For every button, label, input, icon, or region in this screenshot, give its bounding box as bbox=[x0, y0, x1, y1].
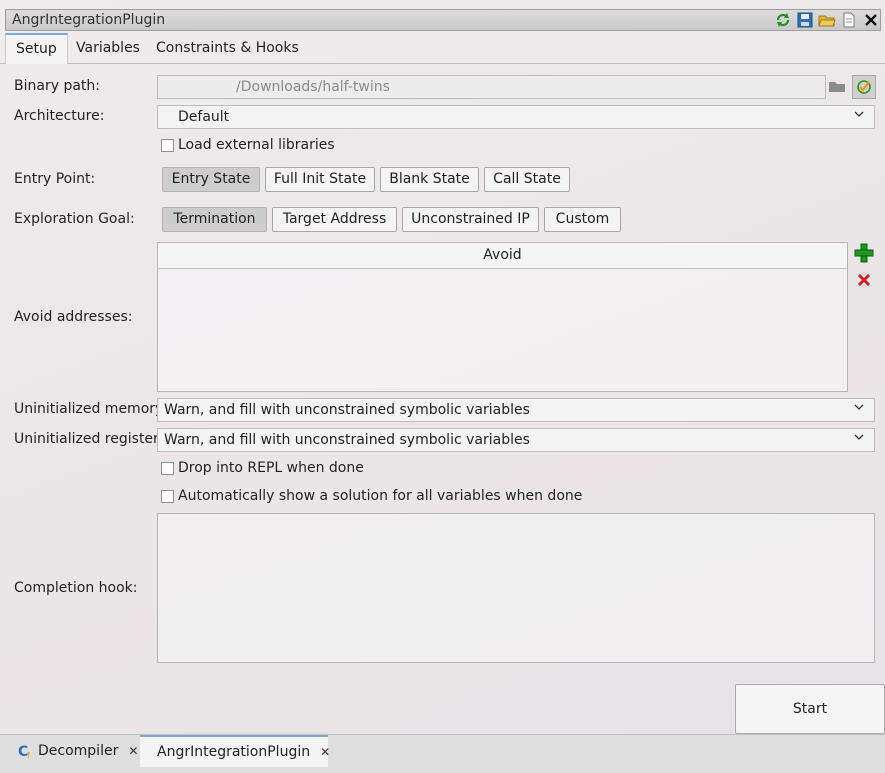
avoid-addresses-table[interactable]: Avoid bbox=[157, 242, 848, 392]
bottom-tab-angr[interactable]: AngrIntegrationPlugin ✕ bbox=[140, 735, 330, 767]
exploration-goal-label: Exploration Goal: bbox=[14, 211, 135, 227]
uninitialized-memory-label: Uninitialized memory: bbox=[14, 401, 168, 417]
binary-path-label: Binary path: bbox=[14, 78, 100, 94]
chevron-down-icon bbox=[854, 111, 864, 117]
window-title: AngrIntegrationPlugin bbox=[12, 12, 166, 28]
drop-into-repl-label: Drop into REPL when done bbox=[178, 460, 364, 476]
refresh-icon[interactable] bbox=[774, 11, 792, 29]
close-tab-icon[interactable]: ✕ bbox=[128, 744, 138, 758]
new-file-icon[interactable] bbox=[840, 11, 858, 29]
save-icon[interactable] bbox=[796, 11, 814, 29]
completion-hook-label: Completion hook: bbox=[14, 580, 138, 596]
architecture-value: Default bbox=[178, 109, 230, 125]
uninitialized-registers-label: Uninitialized registers: bbox=[14, 431, 171, 447]
binary-path-field[interactable]: /Downloads/half-twins bbox=[157, 75, 826, 99]
entry-point-label: Entry Point: bbox=[14, 171, 96, 187]
architecture-select[interactable]: Default bbox=[157, 105, 875, 129]
target-address-button[interactable]: Target Address bbox=[272, 207, 397, 232]
window-titlebar: AngrIntegrationPlugin bbox=[5, 9, 881, 31]
load-external-libraries-checkbox[interactable] bbox=[161, 139, 174, 152]
close-tab-icon[interactable]: ✕ bbox=[320, 745, 330, 759]
tab-setup[interactable]: Setup bbox=[5, 33, 68, 64]
svg-text:f: f bbox=[27, 751, 30, 759]
validate-path-button[interactable] bbox=[852, 75, 876, 99]
tab-constraints-hooks[interactable]: Constraints & Hooks bbox=[146, 33, 309, 64]
close-icon[interactable] bbox=[862, 11, 880, 29]
uninitialized-registers-select[interactable]: Warn, and fill with unconstrained symbol… bbox=[157, 428, 875, 452]
open-folder-icon[interactable] bbox=[818, 11, 836, 29]
avoid-column-header[interactable]: Avoid bbox=[158, 243, 847, 269]
call-state-button[interactable]: Call State bbox=[484, 167, 570, 192]
uninitialized-memory-select[interactable]: Warn, and fill with unconstrained symbol… bbox=[157, 398, 875, 422]
auto-show-solution-checkbox[interactable] bbox=[161, 490, 174, 503]
architecture-label: Architecture: bbox=[14, 108, 105, 124]
load-external-libraries-label: Load external libraries bbox=[178, 137, 335, 153]
full-init-state-button[interactable]: Full Init State bbox=[265, 167, 375, 192]
check-icon bbox=[857, 80, 871, 94]
tab-bar: Setup Variables Constraints & Hooks bbox=[0, 33, 885, 64]
bottom-tab-decompiler[interactable]: C f Decompiler ✕ bbox=[18, 735, 146, 767]
completion-hook-editor[interactable] bbox=[157, 513, 875, 663]
browse-folder-icon[interactable] bbox=[828, 77, 846, 95]
bottom-tab-bar: C f Decompiler ✕ AngrIntegrationPlugin ✕ bbox=[0, 734, 885, 773]
add-avoid-address-icon[interactable] bbox=[853, 242, 875, 264]
drop-into-repl-checkbox[interactable] bbox=[161, 462, 174, 475]
unconstrained-ip-button[interactable]: Unconstrained IP bbox=[402, 207, 539, 232]
bottom-tab-decompiler-label: Decompiler bbox=[38, 743, 119, 759]
chevron-down-icon bbox=[854, 434, 864, 440]
bottom-tab-angr-label: AngrIntegrationPlugin bbox=[157, 744, 311, 760]
chevron-down-icon bbox=[854, 404, 864, 410]
uninitialized-memory-value: Warn, and fill with unconstrained symbol… bbox=[164, 402, 530, 418]
custom-button[interactable]: Custom bbox=[544, 207, 621, 232]
start-button[interactable]: Start bbox=[735, 684, 885, 734]
tab-variables[interactable]: Variables bbox=[66, 33, 150, 64]
remove-avoid-address-icon[interactable] bbox=[853, 269, 875, 291]
decompiler-icon: C f bbox=[18, 744, 30, 759]
termination-button[interactable]: Termination bbox=[162, 207, 267, 232]
blank-state-button[interactable]: Blank State bbox=[380, 167, 479, 192]
auto-show-solution-label: Automatically show a solution for all va… bbox=[178, 488, 583, 504]
entry-state-button[interactable]: Entry State bbox=[162, 167, 260, 192]
avoid-addresses-label: Avoid addresses: bbox=[14, 309, 133, 325]
uninitialized-registers-value: Warn, and fill with unconstrained symbol… bbox=[164, 432, 530, 448]
